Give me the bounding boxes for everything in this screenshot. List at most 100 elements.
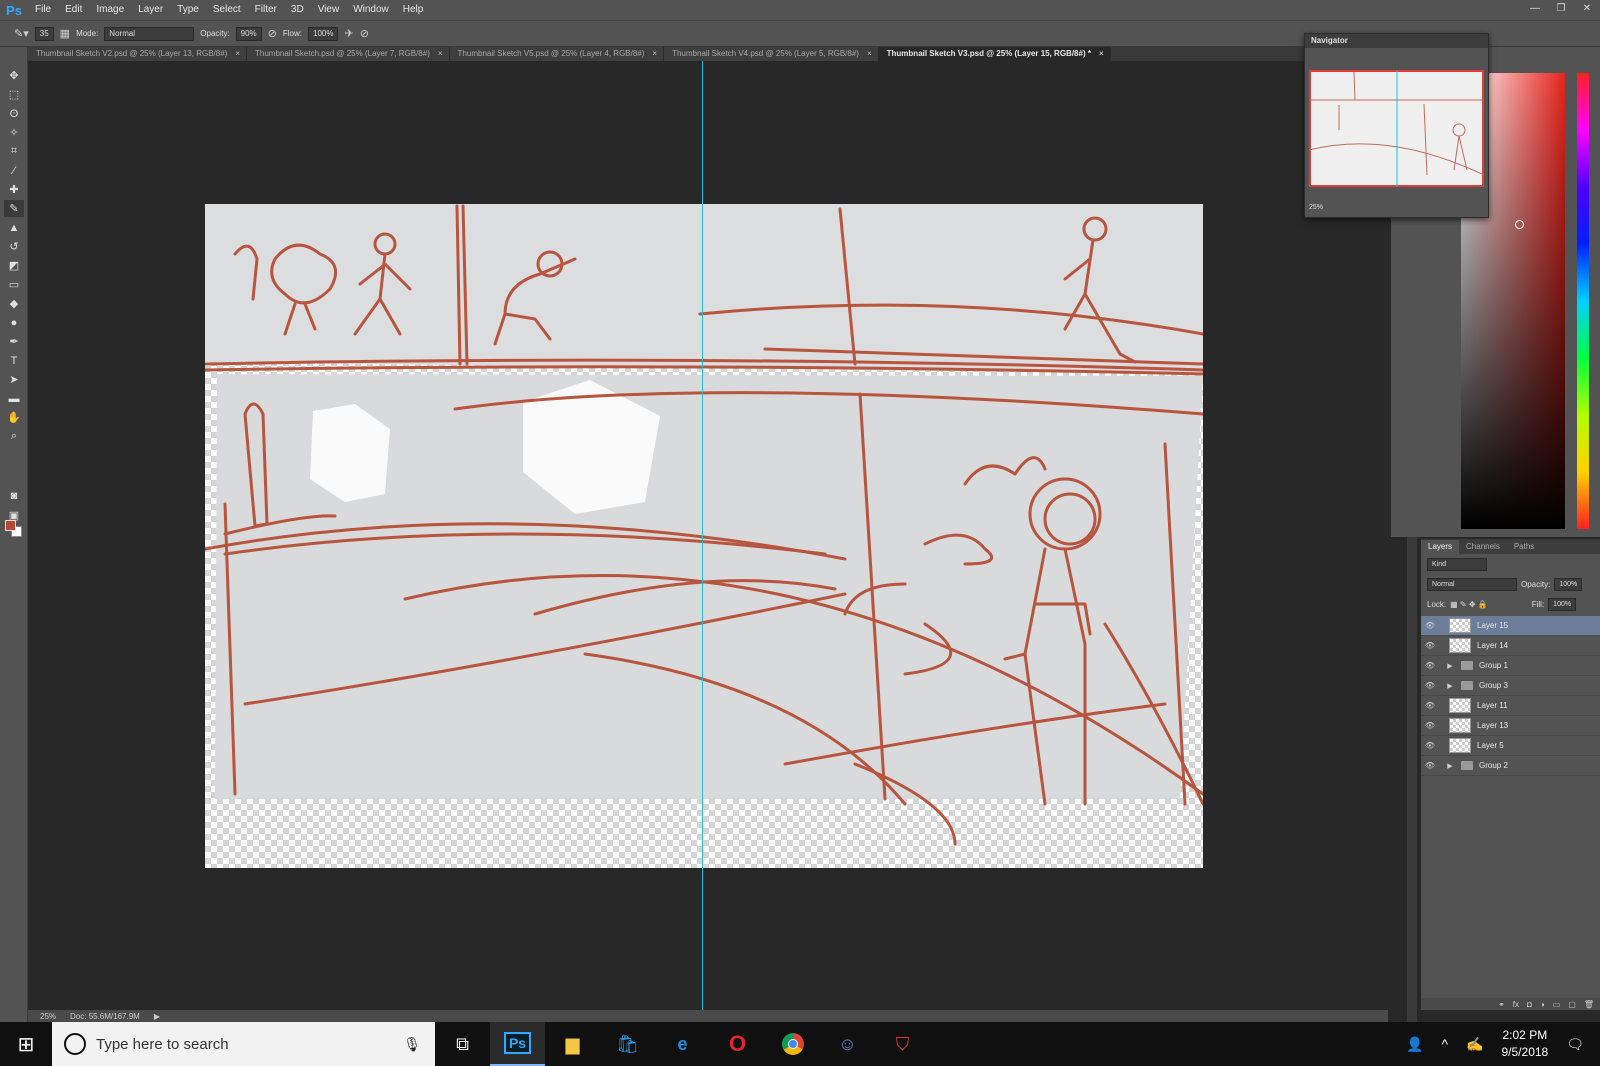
file-explorer-icon[interactable]: ▆ xyxy=(545,1022,600,1066)
adjustment-icon[interactable]: ◑ xyxy=(1540,1000,1545,1009)
link-layers-icon[interactable]: ⚭ xyxy=(1498,1000,1505,1009)
kind-filter[interactable]: Kind xyxy=(1427,557,1487,571)
navigator-thumbnail[interactable] xyxy=(1309,70,1484,187)
menu-type[interactable]: Type xyxy=(170,0,206,20)
layer-row[interactable]: 👁 ▶ Group 3 xyxy=(1421,676,1600,696)
layer-name[interactable]: Layer 15 xyxy=(1477,621,1508,630)
marquee-tool-icon[interactable]: ⬚ xyxy=(4,86,24,103)
microphone-icon[interactable]: 🎙 xyxy=(403,1036,421,1053)
hue-slider[interactable] xyxy=(1577,73,1589,529)
document-canvas[interactable] xyxy=(205,204,1203,868)
layer-row[interactable]: 👁 Layer 15 xyxy=(1421,616,1600,636)
layer-name[interactable]: Layer 11 xyxy=(1477,701,1508,710)
opera-icon[interactable]: O xyxy=(710,1022,765,1066)
menu-3d[interactable]: 3D xyxy=(284,0,311,20)
brush-size-field[interactable]: 35 xyxy=(34,26,54,41)
zoom-tool-icon[interactable]: ⌕ xyxy=(4,428,24,445)
dodge-tool-icon[interactable]: ● xyxy=(4,314,24,331)
notifications-icon[interactable]: 🗨 xyxy=(1566,1036,1584,1053)
minimize-button[interactable]: — xyxy=(1522,0,1548,16)
document-tab[interactable]: Thumbnail Sketch V3.psd @ 25% (Layer 15,… xyxy=(878,47,1111,61)
hand-tool-icon[interactable]: ✋ xyxy=(4,409,24,426)
layer-name[interactable]: Layer 5 xyxy=(1477,741,1504,750)
visibility-eye-icon[interactable]: 👁 xyxy=(1421,641,1439,650)
menu-help[interactable]: Help xyxy=(396,0,431,20)
layer-name[interactable]: Group 2 xyxy=(1479,761,1508,770)
visibility-eye-icon[interactable]: 👁 xyxy=(1421,661,1439,670)
eyedropper-tool-icon[interactable]: ⁄ xyxy=(4,162,24,179)
tray-expand-icon[interactable]: ^ xyxy=(1441,1036,1448,1052)
menu-file[interactable]: File xyxy=(28,0,58,20)
lock-icons[interactable]: ▦ ✎ ✥ 🔒 xyxy=(1450,600,1488,609)
brush-panel-toggle-icon[interactable]: ▦ xyxy=(60,27,70,40)
layer-row[interactable]: 👁 Layer 11 xyxy=(1421,696,1600,716)
menu-layer[interactable]: Layer xyxy=(131,0,170,20)
eraser-tool-icon[interactable]: ◩ xyxy=(4,257,24,274)
layer-row[interactable]: 👁 Layer 14 xyxy=(1421,636,1600,656)
layer-row[interactable]: 👁 Layer 5 xyxy=(1421,736,1600,756)
pen-icon[interactable]: ✍ xyxy=(1466,1036,1483,1053)
document-tab[interactable]: Thumbnail Sketch V4.psd @ 25% (Layer 5, … xyxy=(664,47,879,61)
tab-close-icon[interactable]: × xyxy=(235,47,240,61)
taskbar-search[interactable]: Type here to search 🎙 xyxy=(52,1022,435,1066)
edge-icon[interactable]: e xyxy=(655,1022,710,1066)
layer-row[interactable]: 👁 ▶ Group 1 xyxy=(1421,656,1600,676)
delete-layer-icon[interactable]: 🗑 xyxy=(1584,1000,1594,1009)
tab-channels[interactable]: Channels xyxy=(1459,540,1507,554)
zoom-level[interactable]: 25% xyxy=(40,1012,56,1021)
flow-field[interactable]: 100% xyxy=(308,26,339,41)
layer-name[interactable]: Layer 14 xyxy=(1477,641,1508,650)
canvas-area[interactable] xyxy=(29,61,1417,1066)
visibility-eye-icon[interactable]: 👁 xyxy=(1421,681,1439,690)
shield-app-icon[interactable]: ⛉ xyxy=(875,1022,930,1066)
brush-tool-preset-icon[interactable]: ✎▾ xyxy=(14,27,29,40)
navigator-zoom[interactable]: 25% xyxy=(1309,204,1323,211)
visibility-eye-icon[interactable]: 👁 xyxy=(1421,701,1439,710)
pressure-size-icon[interactable]: ⊘ xyxy=(360,27,369,40)
opacity-field[interactable]: 90% xyxy=(235,26,262,41)
menu-select[interactable]: Select xyxy=(206,0,248,20)
doc-size[interactable]: Doc: 55.6M/167.9M xyxy=(70,1012,140,1021)
tab-paths[interactable]: Paths xyxy=(1507,540,1541,554)
document-tab[interactable]: Thumbnail Sketch V5.psd @ 25% (Layer 4, … xyxy=(449,47,665,61)
layer-name[interactable]: Group 1 xyxy=(1479,661,1508,670)
navigator-title[interactable]: Navigator xyxy=(1305,34,1488,48)
screen-mode-icon[interactable]: ▣ xyxy=(4,507,24,524)
group-expand-icon[interactable]: ▶ xyxy=(1445,662,1455,670)
layer-row[interactable]: 👁 ▶ Group 2 xyxy=(1421,756,1600,776)
path-selection-tool-icon[interactable]: ➤ xyxy=(4,371,24,388)
tab-close-icon[interactable]: × xyxy=(652,47,657,61)
brush-tool-icon[interactable]: ✎ xyxy=(4,200,24,217)
mask-icon[interactable]: ◘ xyxy=(1527,1000,1532,1009)
layer-name[interactable]: Group 3 xyxy=(1479,681,1508,690)
group-expand-icon[interactable]: ▶ xyxy=(1445,682,1455,690)
guide-line[interactable] xyxy=(702,61,703,1010)
fx-icon[interactable]: fx xyxy=(1513,1000,1519,1009)
history-brush-tool-icon[interactable]: ↺ xyxy=(4,238,24,255)
tab-close-icon[interactable]: × xyxy=(438,47,443,61)
layer-name[interactable]: Layer 13 xyxy=(1477,721,1508,730)
quick-mask-icon[interactable]: ◙ xyxy=(4,487,24,504)
rectangle-tool-icon[interactable]: ▬ xyxy=(4,390,24,407)
clock[interactable]: 2:02 PM 9/5/2018 xyxy=(1502,1027,1549,1061)
document-tab[interactable]: Thumbnail Sketch V2.psd @ 25% (Layer 13,… xyxy=(28,47,247,61)
type-tool-icon[interactable]: T xyxy=(4,352,24,369)
restore-button[interactable]: ❐ xyxy=(1548,0,1574,16)
gradient-tool-icon[interactable]: ▭ xyxy=(4,276,24,293)
color-picker-cursor[interactable] xyxy=(1515,220,1524,229)
magic-wand-tool-icon[interactable]: ✧ xyxy=(4,124,24,141)
people-icon[interactable]: 👤 xyxy=(1406,1036,1423,1053)
blend-mode-select[interactable]: Normal xyxy=(1427,577,1517,591)
windows-start-icon[interactable]: ⊞ xyxy=(0,1022,52,1066)
move-tool-icon[interactable]: ✥ xyxy=(4,67,24,84)
menu-edit[interactable]: Edit xyxy=(58,0,89,20)
status-menu-icon[interactable]: ▶ xyxy=(154,1012,160,1021)
menu-window[interactable]: Window xyxy=(346,0,396,20)
visibility-eye-icon[interactable]: 👁 xyxy=(1421,621,1439,630)
document-tab[interactable]: Thumbnail Sketch.psd @ 25% (Layer 7, RGB… xyxy=(247,47,450,61)
visibility-eye-icon[interactable]: 👁 xyxy=(1421,741,1439,750)
layer-opacity-field[interactable]: 100% xyxy=(1554,577,1583,591)
airbrush-icon[interactable]: ✈ xyxy=(344,27,353,40)
pressure-opacity-icon[interactable]: ⊘ xyxy=(268,27,277,40)
fill-field[interactable]: 100% xyxy=(1548,597,1577,611)
